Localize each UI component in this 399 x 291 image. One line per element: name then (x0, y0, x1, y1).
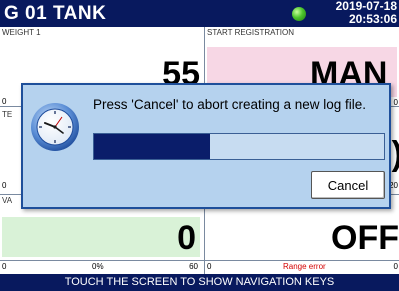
clock-icon (31, 103, 79, 151)
navigation-hint-bar[interactable]: TOUCH THE SCREEN TO SHOW NAVIGATION KEYS (0, 274, 399, 291)
middle-left-label: TE (2, 110, 13, 119)
weight-label: WEIGHT 1 (2, 28, 41, 37)
bottom-right-value: OFF (331, 219, 399, 257)
middle-left-scale-min: 0 (2, 181, 7, 190)
bottom-left-value: 0 (177, 219, 196, 257)
bottom-right-scale-min: 0 (207, 262, 212, 271)
range-error-label: Range error (283, 262, 326, 271)
progress-bar (93, 133, 385, 160)
start-registration-scale-max: 0 (393, 98, 398, 105)
page-title: G 01 TANK (4, 3, 107, 24)
weight-scale-min: 0 (2, 97, 7, 106)
progress-bar-fill (94, 134, 210, 159)
log-file-dialog: Press 'Cancel' to abort creating a new l… (21, 83, 391, 209)
horizontal-divider-bottom (0, 260, 399, 261)
bottom-left-label: VA (2, 196, 13, 205)
start-registration-label: START REGISTRATION (207, 28, 294, 37)
bottom-right-scale-max: 0 (393, 262, 398, 271)
dialog-message: Press 'Cancel' to abort creating a new l… (93, 97, 367, 112)
bottom-left-scale: 0 0% 60 (0, 261, 204, 273)
bottom-left-scale-min: 0 (2, 262, 7, 271)
header-bar: G 01 TANK 2019-07-18 20:53:06 (0, 0, 399, 27)
header-date: 2019-07-18 (335, 0, 397, 13)
status-indicator-icon (292, 7, 306, 21)
bottom-left-box (2, 217, 200, 257)
bottom-right-scale: 0 Range error 0 (205, 261, 399, 273)
middle-right-value: ) (392, 135, 399, 174)
header-time: 20:53:06 (348, 12, 397, 26)
bottom-left-scale-max: 60 (189, 262, 198, 271)
bottom-left-scale-mid: 0% (92, 262, 104, 271)
cancel-button[interactable]: Cancel (311, 171, 385, 199)
